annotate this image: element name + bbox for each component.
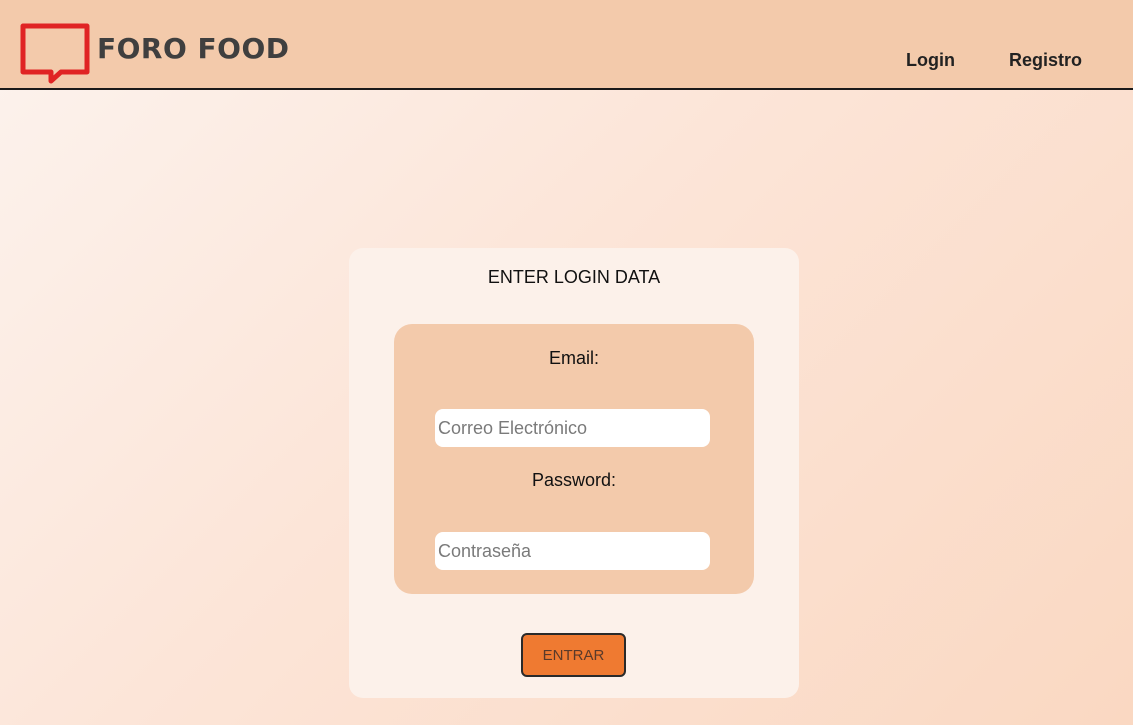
nav-login-link[interactable]: Login bbox=[906, 50, 955, 71]
email-label: Email: bbox=[548, 348, 599, 368]
login-form-panel: Email: Password: bbox=[394, 324, 754, 594]
submit-button[interactable]: ENTRAR bbox=[521, 633, 626, 677]
email-field[interactable] bbox=[435, 409, 710, 447]
login-title: ENTER LOGIN DATA bbox=[487, 267, 661, 287]
brand-name: FORO FOOD bbox=[97, 32, 290, 65]
nav-registro-link[interactable]: Registro bbox=[1009, 50, 1082, 71]
brand-logo[interactable]: FORO FOOD bbox=[19, 22, 289, 84]
top-header: FORO FOOD Login Registro bbox=[0, 0, 1133, 90]
password-field[interactable] bbox=[435, 532, 710, 570]
password-label: Password: bbox=[531, 470, 617, 490]
speech-bubble-icon bbox=[20, 23, 90, 84]
login-card: ENTER LOGIN DATA Email: Password: ENTRAR bbox=[349, 248, 799, 698]
